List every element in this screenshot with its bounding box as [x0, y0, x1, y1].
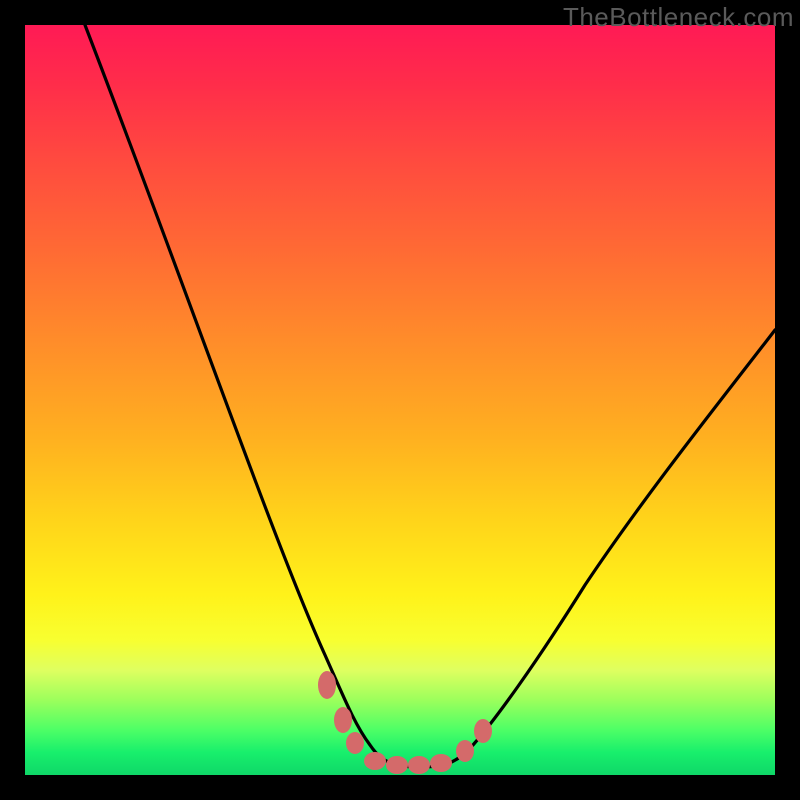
marker-dot [408, 756, 430, 774]
marker-dot [386, 756, 408, 774]
marker-group [318, 671, 492, 774]
marker-dot [474, 719, 492, 743]
watermark-text: TheBottleneck.com [563, 2, 794, 33]
marker-dot [456, 740, 474, 762]
marker-dot [334, 707, 352, 733]
marker-dot [318, 671, 336, 699]
bottleneck-curve [85, 25, 775, 767]
chart-plot-area [25, 25, 775, 775]
marker-dot [346, 732, 364, 754]
marker-dot [364, 752, 386, 770]
chart-frame: TheBottleneck.com [0, 0, 800, 800]
chart-svg [25, 25, 775, 775]
marker-dot [430, 754, 452, 772]
